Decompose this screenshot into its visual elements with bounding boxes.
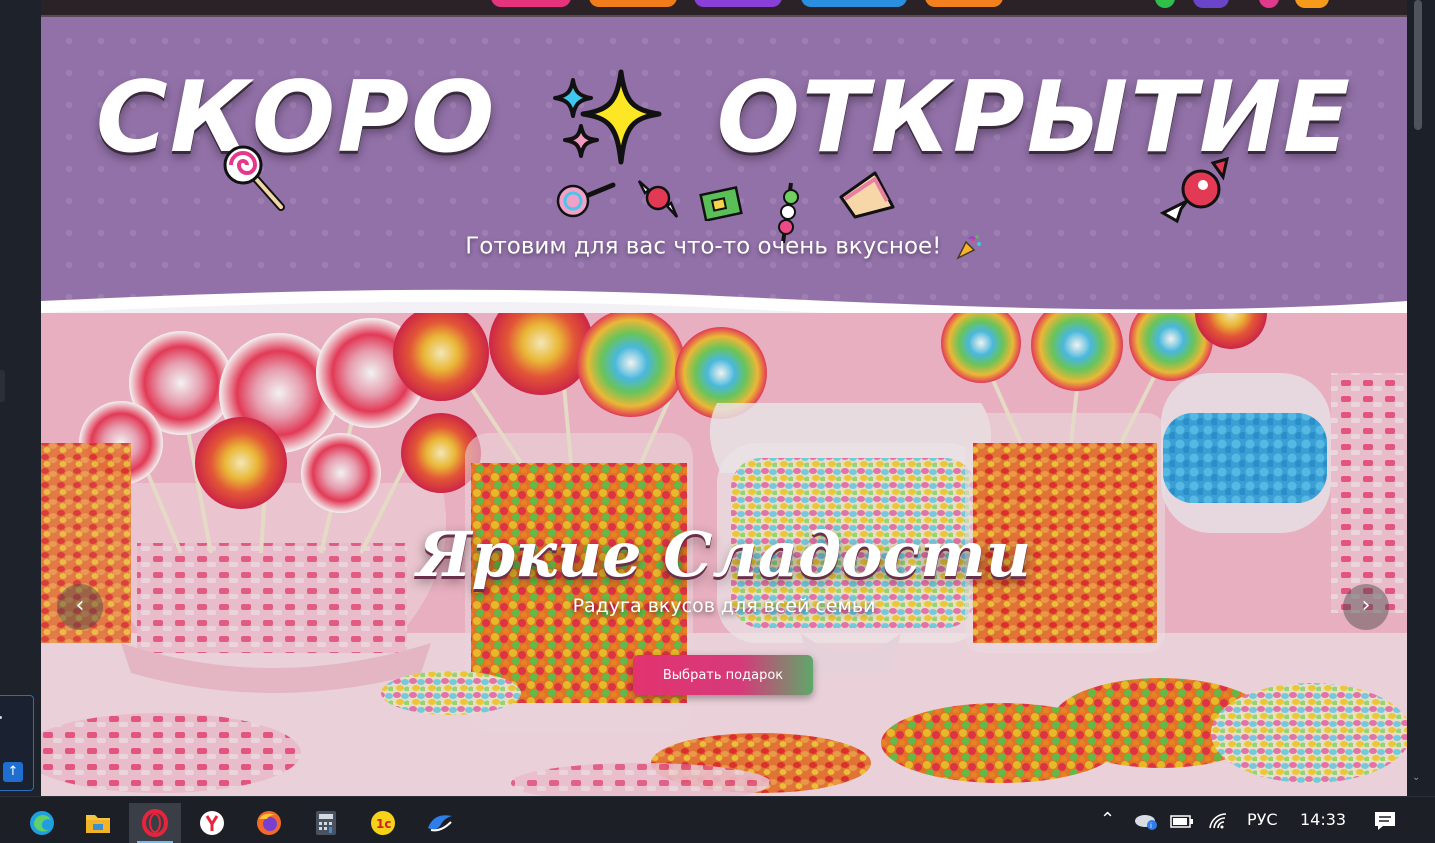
svg-text:1с: 1с [376,817,391,831]
coming-soon-banner: СКОРО ОТКРЫТИЕ Готовим для вас что-то оч… [41,17,1407,331]
file-explorer-icon[interactable] [72,803,124,843]
side-widget: ↑ [0,695,34,791]
sparkles-icon [552,69,661,165]
wrapped-candy-icon [637,180,679,218]
svg-text:i: i [1150,822,1152,830]
windows-taskbar: 1с ⌃ i РУС 14:33 [0,796,1435,843]
scrollbar-thumb[interactable] [1414,0,1422,130]
choose-gift-button[interactable]: Выбрать подарок [633,655,813,695]
nav-dot-violet[interactable] [1193,0,1229,8]
lollipop-small-icon [556,182,616,218]
clock[interactable]: 14:33 [1300,797,1346,843]
notifications-icon[interactable] [1373,797,1397,843]
battery-icon[interactable] [1170,797,1194,843]
yandex-browser-icon[interactable] [186,803,238,843]
nav-pill-orange[interactable] [589,0,677,7]
banner-subtitle-text: Готовим для вас что-то очень вкусное! [465,233,942,260]
language-indicator[interactable]: РУС [1247,797,1278,843]
website-viewport: СКОРО ОТКРЫТИЕ Готовим для вас что-то оч… [41,0,1407,796]
nav-pill-blue[interactable] [801,0,907,7]
hero-title: Яркие Сладости [417,518,1031,591]
nav-dot-pink[interactable] [1259,0,1279,8]
side-handle[interactable] [0,370,5,402]
wifi-icon[interactable] [1208,797,1230,843]
headline-word-opening: ОТКРЫТИЕ [716,61,1353,176]
carousel-prev-button[interactable]: ‹ [57,584,103,630]
opera-icon[interactable] [129,803,181,843]
nav-dot-orange[interactable] [1295,0,1329,8]
gift-box-icon [699,186,743,221]
1c-icon[interactable]: 1с [357,803,409,843]
carousel-next-button[interactable]: › [1343,584,1389,630]
party-popper-icon [956,235,981,260]
desktop-left-strip [0,0,41,796]
cake-slice-icon [839,171,895,219]
top-navigation [41,0,1407,17]
firefox-icon[interactable] [243,803,295,843]
wrapped-candy-large-icon [1159,157,1229,224]
nav-pill-purple[interactable] [694,0,782,7]
hero-carousel: Яркие Сладости Радуга вкусов для всей се… [41,313,1407,796]
nav-dot-green[interactable] [1155,0,1175,8]
nav-pill-pink[interactable] [491,0,571,7]
nav-pill-orange-2[interactable] [925,0,1003,7]
edge-icon[interactable] [16,803,68,843]
scroll-down-arrow-icon[interactable]: ⌄ [1412,772,1420,783]
widget-dot [0,716,2,719]
onedrive-cloud-icon[interactable]: i [1133,797,1159,843]
calculator-icon[interactable] [300,803,352,843]
headline-word-soon: СКОРО [95,61,497,176]
cloud-app-icon[interactable] [414,803,466,843]
banner-subtitle: Готовим для вас что-то очень вкусное! [41,233,1407,261]
show-hidden-icons-chevron-icon[interactable]: ⌃ [1100,797,1115,843]
hero-subtitle: Радуга вкусов для всей семьи [572,595,876,617]
scroll-up-arrow-icon[interactable]: ↑ [3,762,23,782]
lollipop-icon [223,145,285,211]
